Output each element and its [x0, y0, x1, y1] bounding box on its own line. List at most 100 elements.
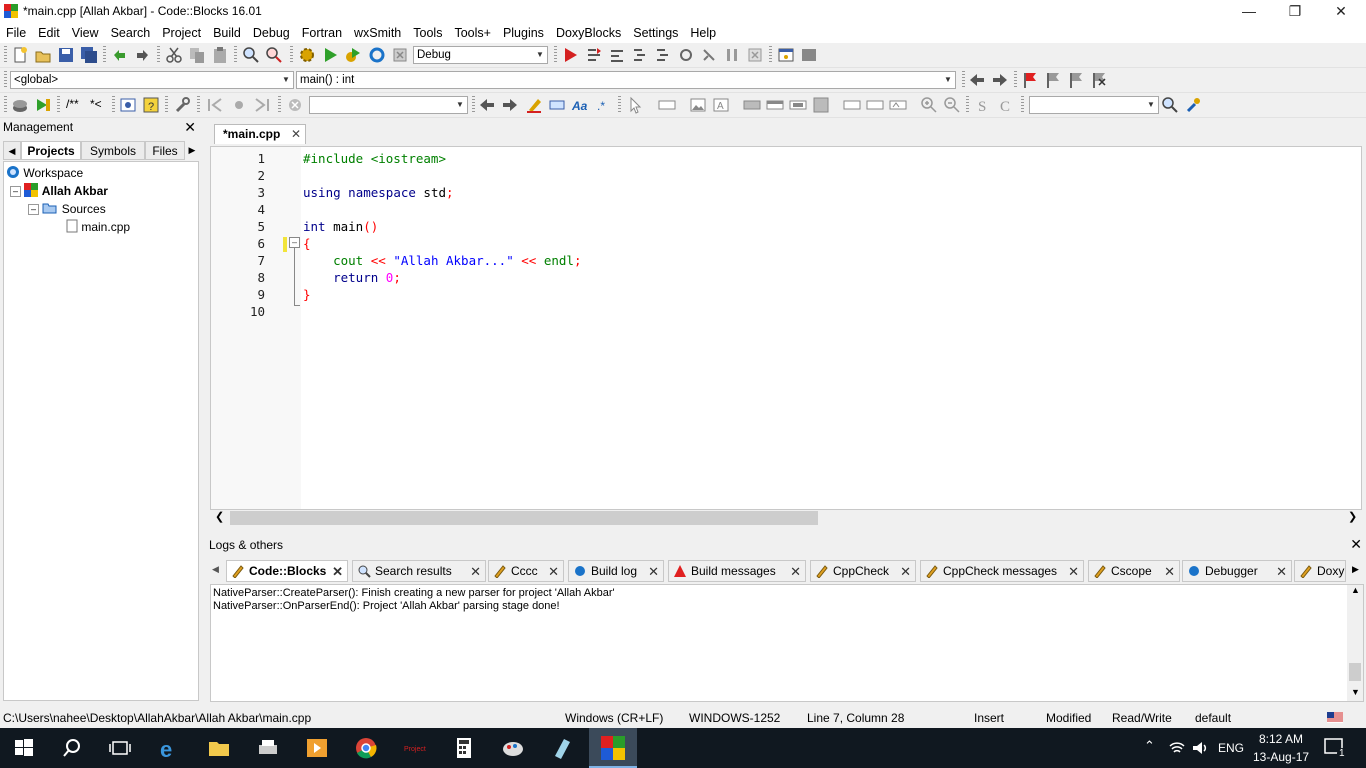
- close-tab-icon[interactable]: ✕: [790, 561, 801, 582]
- wx-static-text-icon[interactable]: A: [712, 96, 730, 114]
- tree-project[interactable]: – Allah Akbar: [10, 182, 108, 200]
- various-info-icon[interactable]: [800, 46, 818, 64]
- jump-back-icon[interactable]: [968, 71, 986, 89]
- tabs-scroll-right-icon[interactable]: ▶: [185, 141, 199, 160]
- log-tab-debugger[interactable]: Debugger ✕: [1182, 560, 1292, 582]
- replace-icon[interactable]: [265, 46, 283, 64]
- menu-project[interactable]: Project: [156, 23, 207, 43]
- debug-continue-icon[interactable]: [561, 46, 579, 64]
- rebuild-icon[interactable]: [368, 46, 386, 64]
- wx-spin-icon[interactable]: [889, 96, 907, 114]
- first-item-icon[interactable]: [206, 96, 224, 114]
- wx-image-icon[interactable]: [689, 96, 707, 114]
- media-player-icon[interactable]: [305, 736, 329, 760]
- notes-app-icon[interactable]: [550, 736, 574, 760]
- code-line[interactable]: }: [303, 287, 311, 302]
- printer-app-icon[interactable]: [256, 736, 280, 760]
- toggle-bookmark-icon[interactable]: [1021, 71, 1039, 89]
- regex-icon[interactable]: .*: [594, 96, 612, 114]
- save-icon[interactable]: [57, 46, 75, 64]
- tree-file-main-cpp[interactable]: main.cpp: [66, 218, 130, 236]
- toolbar-grip[interactable]: [4, 46, 7, 64]
- wx-combo-icon[interactable]: [866, 96, 884, 114]
- symbol-c-icon[interactable]: C: [997, 96, 1015, 114]
- language-indicator[interactable]: ENG: [1218, 741, 1244, 755]
- task-view-icon[interactable]: [108, 736, 132, 760]
- menu-edit[interactable]: Edit: [32, 23, 66, 43]
- close-tab-icon[interactable]: ✕: [291, 125, 301, 143]
- wifi-icon[interactable]: [1168, 740, 1186, 756]
- build-and-run-icon[interactable]: [344, 46, 362, 64]
- wx-panel-icon[interactable]: [658, 96, 676, 114]
- doxywizard-icon[interactable]: [11, 96, 29, 114]
- wx-button-icon[interactable]: [743, 96, 761, 114]
- log-tab-search-results[interactable]: Search results ✕: [352, 560, 486, 582]
- menu-fortran[interactable]: Fortran: [296, 23, 348, 43]
- step-into-instruction-icon[interactable]: [700, 46, 718, 64]
- windows-start-icon[interactable]: [12, 736, 36, 760]
- cut-icon[interactable]: [165, 46, 183, 64]
- preferences-wrench-icon[interactable]: [173, 96, 191, 114]
- redo-icon[interactable]: [134, 46, 152, 64]
- close-tab-icon[interactable]: ✕: [1164, 561, 1175, 582]
- line-comment-button[interactable]: *<: [90, 97, 102, 111]
- menu-wxsmith[interactable]: wxSmith: [348, 23, 407, 43]
- zoom-out-icon[interactable]: [943, 96, 961, 114]
- match-case-icon[interactable]: Aa: [571, 96, 589, 114]
- log-tab-build-messages[interactable]: Build messages ✕: [668, 560, 806, 582]
- abort-icon[interactable]: [391, 46, 409, 64]
- pointer-tool-icon[interactable]: [626, 96, 644, 114]
- incremental-search-input[interactable]: ▼: [309, 96, 468, 114]
- record-icon[interactable]: [230, 96, 248, 114]
- maximize-button[interactable]: ❐: [1272, 0, 1318, 23]
- next-instruction-icon[interactable]: [677, 46, 695, 64]
- run-html-icon[interactable]: [119, 96, 137, 114]
- extract-documentation-icon[interactable]: [34, 96, 52, 114]
- tab-main-cpp[interactable]: *main.cpp ✕: [214, 124, 306, 144]
- tabs-scroll-left-icon[interactable]: ◀: [3, 141, 21, 160]
- log-tab-doxyblocks[interactable]: DoxyB: [1294, 560, 1346, 582]
- wx-gauge-icon[interactable]: [812, 96, 830, 114]
- log-tab-cppcheck[interactable]: CppCheck ✕: [810, 560, 916, 582]
- clear-bookmarks-icon[interactable]: [1090, 71, 1108, 89]
- undo-icon[interactable]: [110, 46, 128, 64]
- toolbar-grip[interactable]: [4, 96, 7, 114]
- function-select[interactable]: main() : int ▼: [296, 71, 956, 89]
- scroll-left-icon[interactable]: ❮: [215, 510, 224, 523]
- project-app-icon[interactable]: Project: [403, 736, 427, 760]
- scroll-right-icon[interactable]: ❯: [1348, 510, 1357, 523]
- menu-view[interactable]: View: [66, 23, 105, 43]
- wx-toggle-icon[interactable]: [766, 96, 784, 114]
- run-icon[interactable]: [321, 46, 339, 64]
- step-into-icon[interactable]: [631, 46, 649, 64]
- menu-tools[interactable]: Tools: [407, 23, 448, 43]
- menu-plugins[interactable]: Plugins: [497, 23, 550, 43]
- scope-select[interactable]: <global> ▼: [10, 71, 294, 89]
- menu-build[interactable]: Build: [207, 23, 247, 43]
- symbol-search-icon[interactable]: [1161, 96, 1179, 114]
- debugging-windows-icon[interactable]: [777, 46, 795, 64]
- log-tab-build-log[interactable]: Build log ✕: [568, 560, 664, 582]
- close-tab-icon[interactable]: ✕: [470, 561, 481, 582]
- search-icon[interactable]: [60, 736, 84, 760]
- step-out-icon[interactable]: [654, 46, 672, 64]
- menu-search[interactable]: Search: [105, 23, 157, 43]
- next-bookmark-icon[interactable]: [1067, 71, 1085, 89]
- code-line[interactable]: using namespace std;: [303, 185, 454, 200]
- close-tab-icon[interactable]: ✕: [548, 561, 559, 582]
- collapse-icon[interactable]: –: [10, 186, 21, 197]
- tab-symbols[interactable]: Symbols: [81, 141, 145, 160]
- logs-close-icon[interactable]: ✕: [1350, 536, 1362, 553]
- block-comment-button[interactable]: /**: [66, 97, 79, 111]
- taskbar-codeblocks-active[interactable]: [589, 728, 637, 768]
- editor-horizontal-scrollbar[interactable]: ❮ ❯: [210, 510, 1362, 527]
- menu-doxyblocks[interactable]: DoxyBlocks: [550, 23, 627, 43]
- close-tab-icon[interactable]: ✕: [332, 561, 343, 582]
- toolbar-grip[interactable]: [4, 71, 7, 89]
- run-chm-icon[interactable]: ?: [142, 96, 160, 114]
- paste-icon[interactable]: [211, 46, 229, 64]
- run-to-cursor-icon[interactable]: [585, 46, 603, 64]
- last-item-icon[interactable]: [253, 96, 271, 114]
- close-tab-icon[interactable]: ✕: [648, 561, 659, 582]
- log-vertical-scrollbar[interactable]: ▲ ▼: [1347, 585, 1363, 701]
